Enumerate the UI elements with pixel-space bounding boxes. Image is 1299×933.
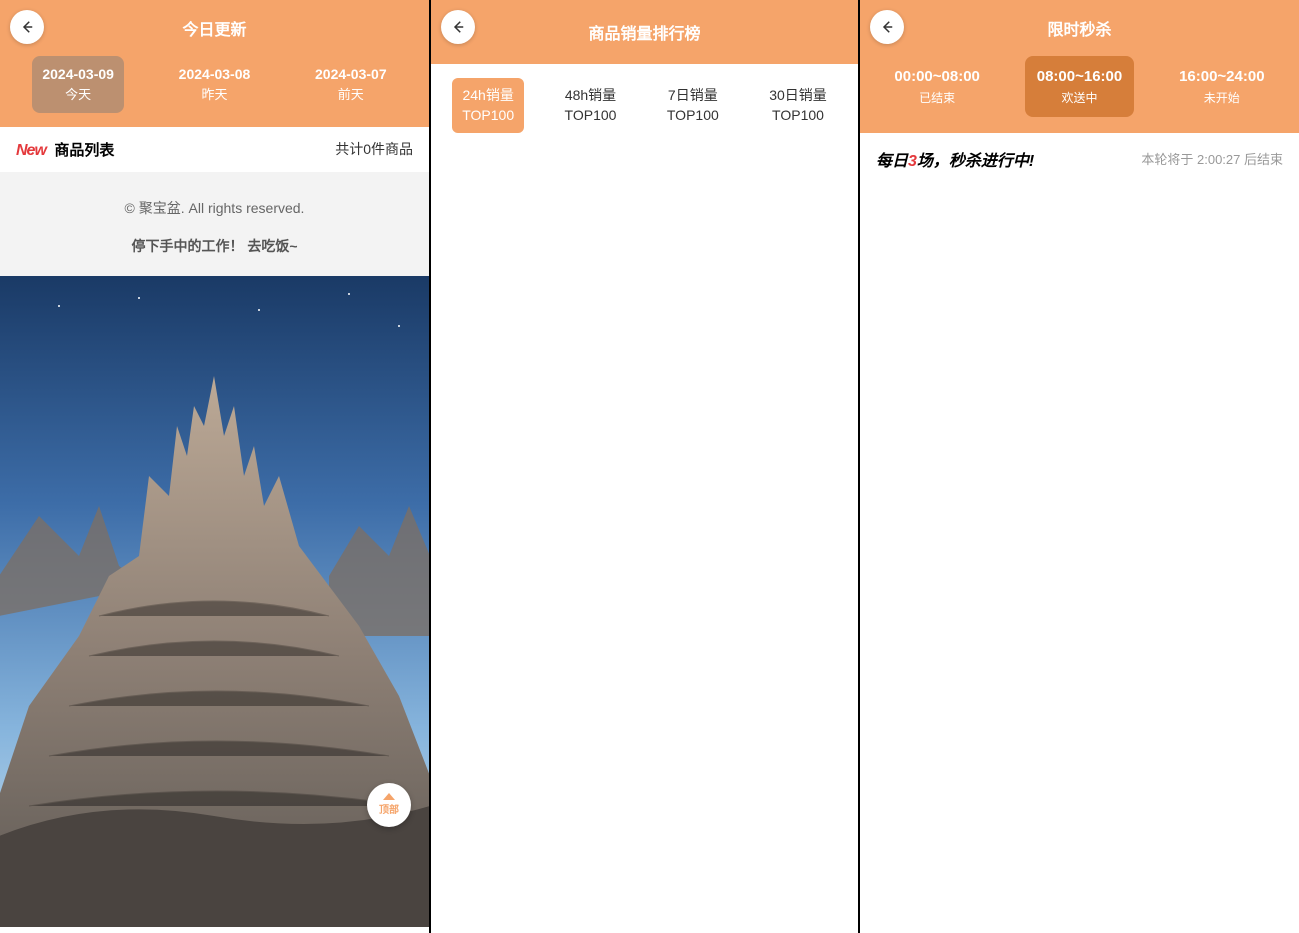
countdown-timer: 2:00:27 — [1197, 152, 1240, 167]
tab-7d-top100[interactable]: 7日销量 TOP100 — [657, 78, 729, 133]
panel1-header: 今日更新 2024-03-09 今天 2024-03-08 昨天 2024-03… — [0, 0, 429, 127]
arrow-left-icon — [18, 18, 36, 36]
footer-message: 停下手中的工作！ 去吃饭~ — [10, 236, 419, 256]
ranking-tabs: 24h销量 TOP100 48h销量 TOP100 7日销量 TOP100 30… — [431, 64, 858, 147]
tab-30d-top100[interactable]: 30日销量 TOP100 — [759, 78, 837, 133]
arrow-left-icon — [878, 18, 896, 36]
arrow-left-icon — [449, 18, 467, 36]
hero-image: 顶部 — [0, 276, 429, 927]
panel2-header: 商品销量排行榜 — [431, 0, 858, 64]
date-tab-day-before[interactable]: 2024-03-07 前天 — [305, 56, 397, 113]
back-button[interactable] — [10, 10, 44, 44]
slot-8-16[interactable]: 08:00~16:00 欢送中 — [1025, 56, 1135, 117]
top-button-label: 顶部 — [379, 801, 399, 816]
panel2-title: 商品销量排行榜 — [588, 26, 700, 43]
tab-48h-top100[interactable]: 48h销量 TOP100 — [555, 78, 627, 133]
product-count: 共计0件商品 — [335, 139, 413, 159]
panel-sales-ranking: 商品销量排行榜 24h销量 TOP100 48h销量 TOP100 7日销量 T… — [431, 0, 860, 933]
scroll-to-top-button[interactable]: 顶部 — [367, 783, 411, 827]
slot-0-8[interactable]: 00:00~08:00 已结束 — [882, 56, 992, 117]
date-tab-today[interactable]: 2024-03-09 今天 — [32, 56, 124, 113]
product-list-bar: New 商品列表 共计0件商品 — [0, 127, 429, 172]
slot-16-24[interactable]: 16:00~24:00 未开始 — [1167, 56, 1277, 117]
date-tab-yesterday[interactable]: 2024-03-08 昨天 — [169, 56, 261, 113]
flash-sale-badge: 每日3场，秒杀进行中! — [876, 147, 1034, 171]
panel-today-update: 今日更新 2024-03-09 今天 2024-03-08 昨天 2024-03… — [0, 0, 431, 933]
landscape-image — [0, 276, 429, 927]
list-title: 商品列表 — [54, 142, 114, 159]
countdown-info: 本轮将于 2:00:27 后结束 — [1141, 149, 1283, 168]
time-slot-tabs: 00:00~08:00 已结束 08:00~16:00 欢送中 16:00~24… — [860, 52, 1299, 133]
new-badge: New — [16, 142, 46, 159]
back-button[interactable] — [870, 10, 904, 44]
panel1-title: 今日更新 — [0, 0, 429, 52]
date-tabs: 2024-03-09 今天 2024-03-08 昨天 2024-03-07 前… — [0, 52, 429, 127]
copyright-text: © 聚宝盆. All rights reserved. — [10, 198, 419, 218]
tab-24h-top100[interactable]: 24h销量 TOP100 — [452, 78, 524, 133]
panel3-header: 限时秒杀 00:00~08:00 已结束 08:00~16:00 欢送中 16:… — [860, 0, 1299, 133]
back-button[interactable] — [441, 10, 475, 44]
panel1-footer: © 聚宝盆. All rights reserved. 停下手中的工作！ 去吃饭… — [0, 172, 429, 276]
panel3-title: 限时秒杀 — [860, 0, 1299, 52]
flash-sale-bar: 每日3场，秒杀进行中! 本轮将于 2:00:27 后结束 — [860, 133, 1299, 185]
panel-flash-sale: 限时秒杀 00:00~08:00 已结束 08:00~16:00 欢送中 16:… — [860, 0, 1299, 933]
caret-up-icon — [383, 793, 395, 800]
